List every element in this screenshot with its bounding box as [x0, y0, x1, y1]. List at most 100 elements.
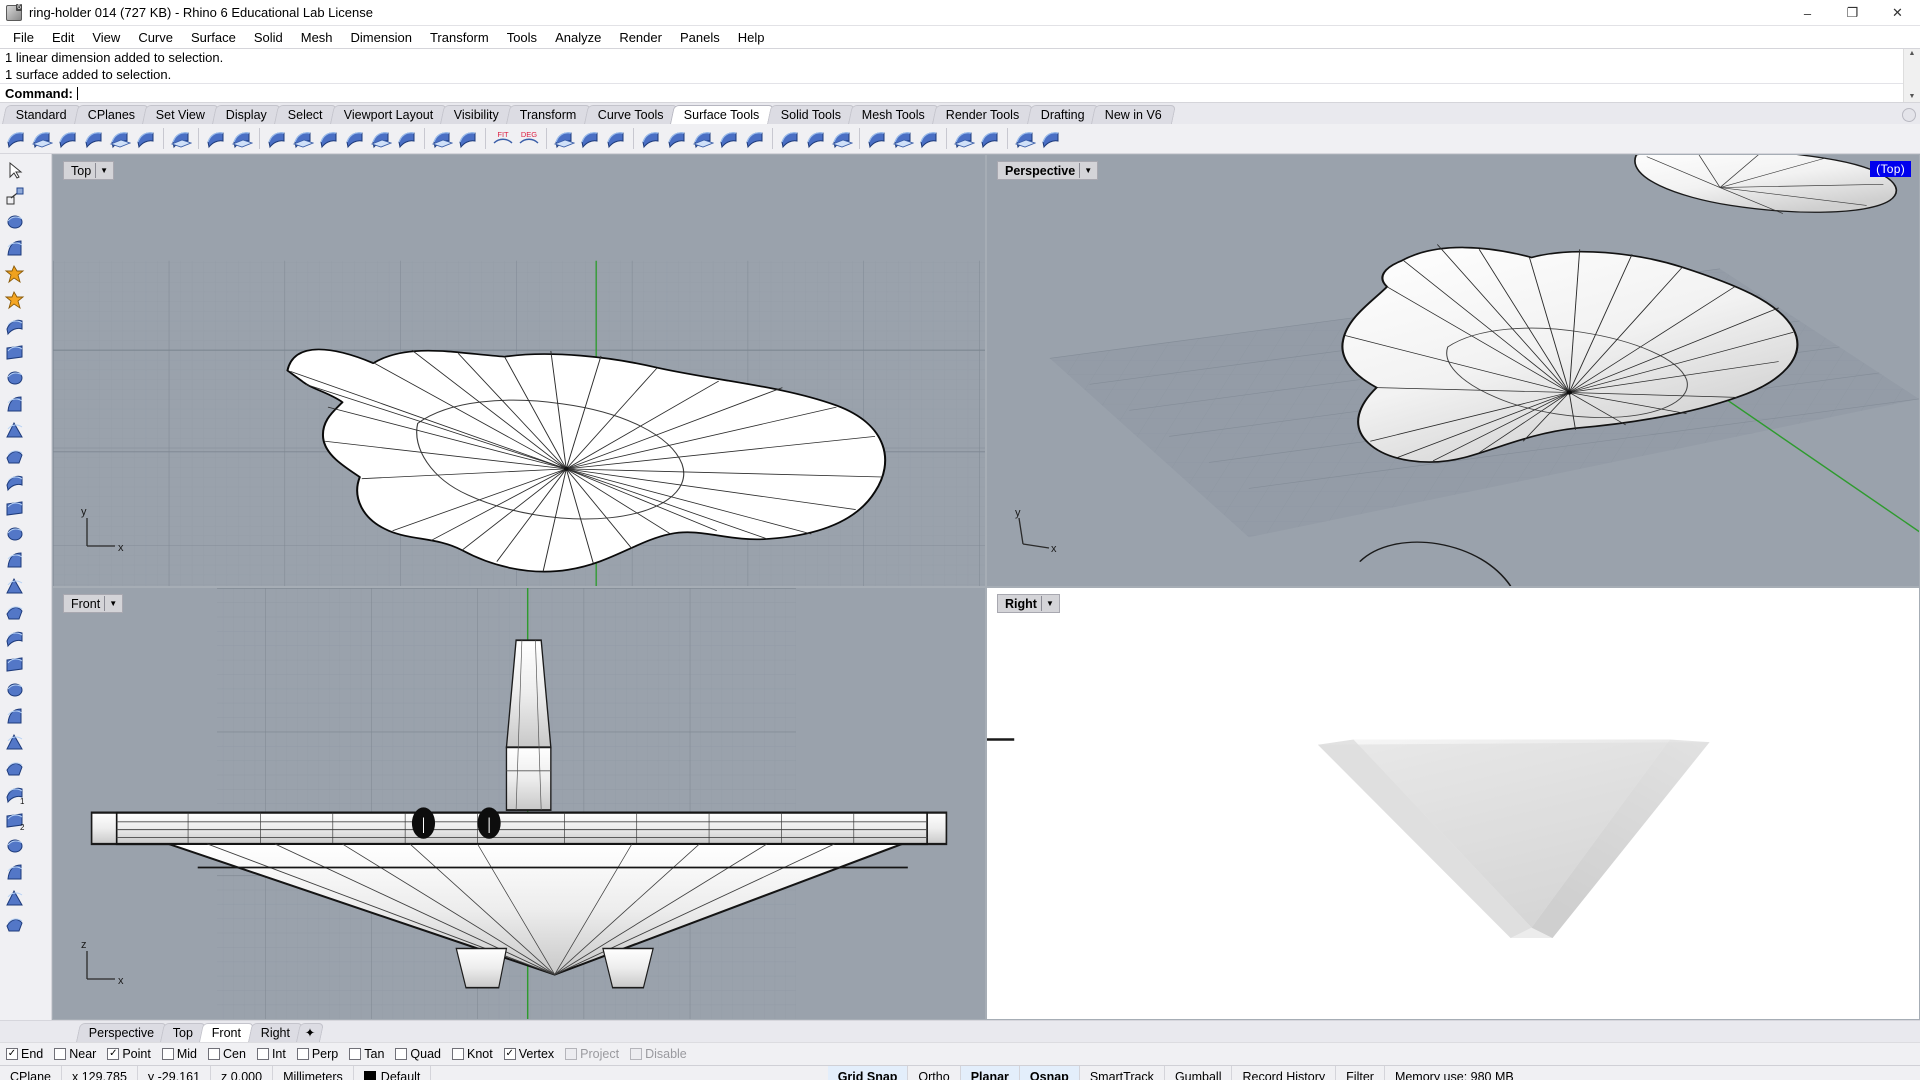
- toolbar-tab-mesh-tools[interactable]: Mesh Tools: [848, 105, 940, 124]
- control-point-grid-icon[interactable]: [2, 912, 26, 936]
- toolbar-tab-curve-tools[interactable]: Curve Tools: [583, 105, 678, 124]
- toolbar-tab-standard[interactable]: Standard: [1, 105, 81, 124]
- chevron-down-icon[interactable]: ▼: [1084, 166, 1092, 175]
- untrim-icon[interactable]: [551, 126, 576, 151]
- extrude-surface-straight-icon[interactable]: [2, 210, 26, 234]
- menu-help[interactable]: Help: [729, 28, 774, 47]
- rebuild-surface-icon[interactable]: [429, 126, 454, 151]
- match-surface-icon[interactable]: [229, 126, 254, 151]
- osnap-int[interactable]: Int: [256, 1047, 286, 1061]
- cone-surface-icon[interactable]: [2, 704, 26, 728]
- status-layer[interactable]: Default: [354, 1066, 432, 1080]
- surface-from-edge-curves-icon[interactable]: [3, 126, 28, 151]
- menu-file[interactable]: File: [4, 28, 43, 47]
- status-toggle-filter[interactable]: Filter: [1336, 1066, 1385, 1080]
- surface-from-points-grid-icon[interactable]: [2, 548, 26, 572]
- blur-surface-icon[interactable]: [2, 886, 26, 910]
- offset-curve-on-surface-icon[interactable]: [168, 126, 193, 151]
- heightfield-icon[interactable]: [716, 126, 741, 151]
- chevron-down-icon[interactable]: ▼: [1046, 599, 1054, 608]
- dimension-aligned-icon[interactable]: [1038, 126, 1063, 151]
- revolve-surface-icon[interactable]: [2, 652, 26, 676]
- status-toggle-grid-snap[interactable]: Grid Snap: [827, 1066, 909, 1080]
- drape-icon[interactable]: [690, 126, 715, 151]
- scroll-up-icon[interactable]: ▲: [1909, 49, 1916, 59]
- unroll-surface-icon[interactable]: [742, 126, 767, 151]
- toolbar-tab-transform[interactable]: Transform: [506, 105, 591, 124]
- menu-dimension[interactable]: Dimension: [342, 28, 421, 47]
- status-units[interactable]: Millimeters: [273, 1066, 354, 1080]
- shrink-trimmed-surface-icon[interactable]: [603, 126, 628, 151]
- osnap-knot[interactable]: Knot: [452, 1047, 493, 1061]
- change-degree-icon[interactable]: [455, 126, 480, 151]
- osnap-near[interactable]: Near: [54, 1047, 96, 1061]
- osnap-end[interactable]: ✓ End: [6, 1047, 43, 1061]
- chamfer-surface-icon[interactable]: [290, 126, 315, 151]
- menu-edit[interactable]: Edit: [43, 28, 83, 47]
- viewport-top-label[interactable]: Top ▼: [63, 161, 115, 180]
- scroll-down-icon[interactable]: ▼: [1909, 92, 1916, 102]
- status-toggle-gumball[interactable]: Gumball: [1165, 1066, 1233, 1080]
- viewport-tab-right[interactable]: Right: [247, 1023, 303, 1042]
- fillet-surface-1-icon[interactable]: 1: [2, 782, 26, 806]
- menu-transform[interactable]: Transform: [421, 28, 498, 47]
- viewport-front-label[interactable]: Front ▼: [63, 594, 124, 613]
- close-button[interactable]: ✕: [1875, 0, 1920, 26]
- control-point-surface-icon[interactable]: [2, 314, 26, 338]
- sweep-1-rail-icon[interactable]: [133, 126, 158, 151]
- fillet-surface-icon[interactable]: [264, 126, 289, 151]
- command-scrollbar[interactable]: ▲ ▼: [1903, 49, 1920, 102]
- surface-seam-icon[interactable]: [864, 126, 889, 151]
- viewport-perspective[interactable]: Perspective ▼ (Top) y x: [987, 155, 1919, 586]
- render-color-icon[interactable]: [951, 126, 976, 151]
- menu-panels[interactable]: Panels: [671, 28, 729, 47]
- squish-surface-icon[interactable]: [2, 860, 26, 884]
- explode-icon[interactable]: [2, 288, 26, 312]
- extrude-surface-along-curve-icon[interactable]: [2, 236, 26, 260]
- heightfield-from-image-icon[interactable]: [2, 600, 26, 624]
- toolbar-tab-drafting[interactable]: Drafting: [1026, 105, 1099, 124]
- surface-from-network-icon[interactable]: [55, 126, 80, 151]
- extrude-surface-icon[interactable]: [107, 126, 132, 151]
- menu-curve[interactable]: Curve: [129, 28, 182, 47]
- blend-surface-curve-icon[interactable]: [2, 418, 26, 442]
- command-prompt[interactable]: Command:: [0, 83, 1920, 102]
- status-toggle-osnap[interactable]: Osnap: [1019, 1066, 1080, 1080]
- loft-surface-icon[interactable]: [2, 522, 26, 546]
- osnap-vertex[interactable]: ✓ Vertex: [503, 1047, 554, 1061]
- circle-surface-icon[interactable]: [2, 366, 26, 390]
- patch-icon[interactable]: [664, 126, 689, 151]
- cylinder-surface-icon[interactable]: [2, 626, 26, 650]
- boolean-union-icon[interactable]: [2, 262, 26, 286]
- toolbar-options-icon[interactable]: [1902, 108, 1916, 122]
- patch-surface-icon[interactable]: [2, 444, 26, 468]
- merge-surface-icon[interactable]: [890, 126, 915, 151]
- mirror-surface-icon[interactable]: [803, 126, 828, 151]
- minimize-button[interactable]: –: [1785, 0, 1830, 26]
- add-viewport-tab-button[interactable]: ✦: [295, 1023, 325, 1042]
- plane-3point-icon[interactable]: [2, 496, 26, 520]
- menu-render[interactable]: Render: [610, 28, 671, 47]
- smash-icon[interactable]: [829, 126, 854, 151]
- surface-from-planar-curves-icon[interactable]: [29, 126, 54, 151]
- status-toggle-ortho[interactable]: Ortho: [908, 1066, 961, 1080]
- loft-icon[interactable]: [394, 126, 419, 151]
- extrude-surface-tapered-icon[interactable]: [81, 126, 106, 151]
- viewport-right[interactable]: Right ▼: [987, 588, 1919, 1019]
- apply-texture-icon[interactable]: [977, 126, 1002, 151]
- sweep-fan-icon[interactable]: [2, 392, 26, 416]
- fillet-surface-2-icon[interactable]: 2: [2, 808, 26, 832]
- toolbar-tab-select[interactable]: Select: [274, 105, 337, 124]
- sphere-section-icon[interactable]: [2, 756, 26, 780]
- fit-surface-icon[interactable]: FIT: [490, 126, 515, 151]
- toolbar-tab-set-view[interactable]: Set View: [141, 105, 220, 124]
- degree-icon[interactable]: DEG: [516, 126, 541, 151]
- mirror-plane-icon[interactable]: [2, 574, 26, 598]
- menu-analyze[interactable]: Analyze: [546, 28, 610, 47]
- rectangular-plane-icon[interactable]: [2, 470, 26, 494]
- viewport-right-label[interactable]: Right ▼: [997, 594, 1060, 613]
- offset-surface-icon[interactable]: [342, 126, 367, 151]
- osnap-cen[interactable]: Cen: [208, 1047, 246, 1061]
- status-toggle-record-history[interactable]: Record History: [1232, 1066, 1337, 1080]
- toolbar-tab-new-in-v6[interactable]: New in V6: [1091, 105, 1177, 124]
